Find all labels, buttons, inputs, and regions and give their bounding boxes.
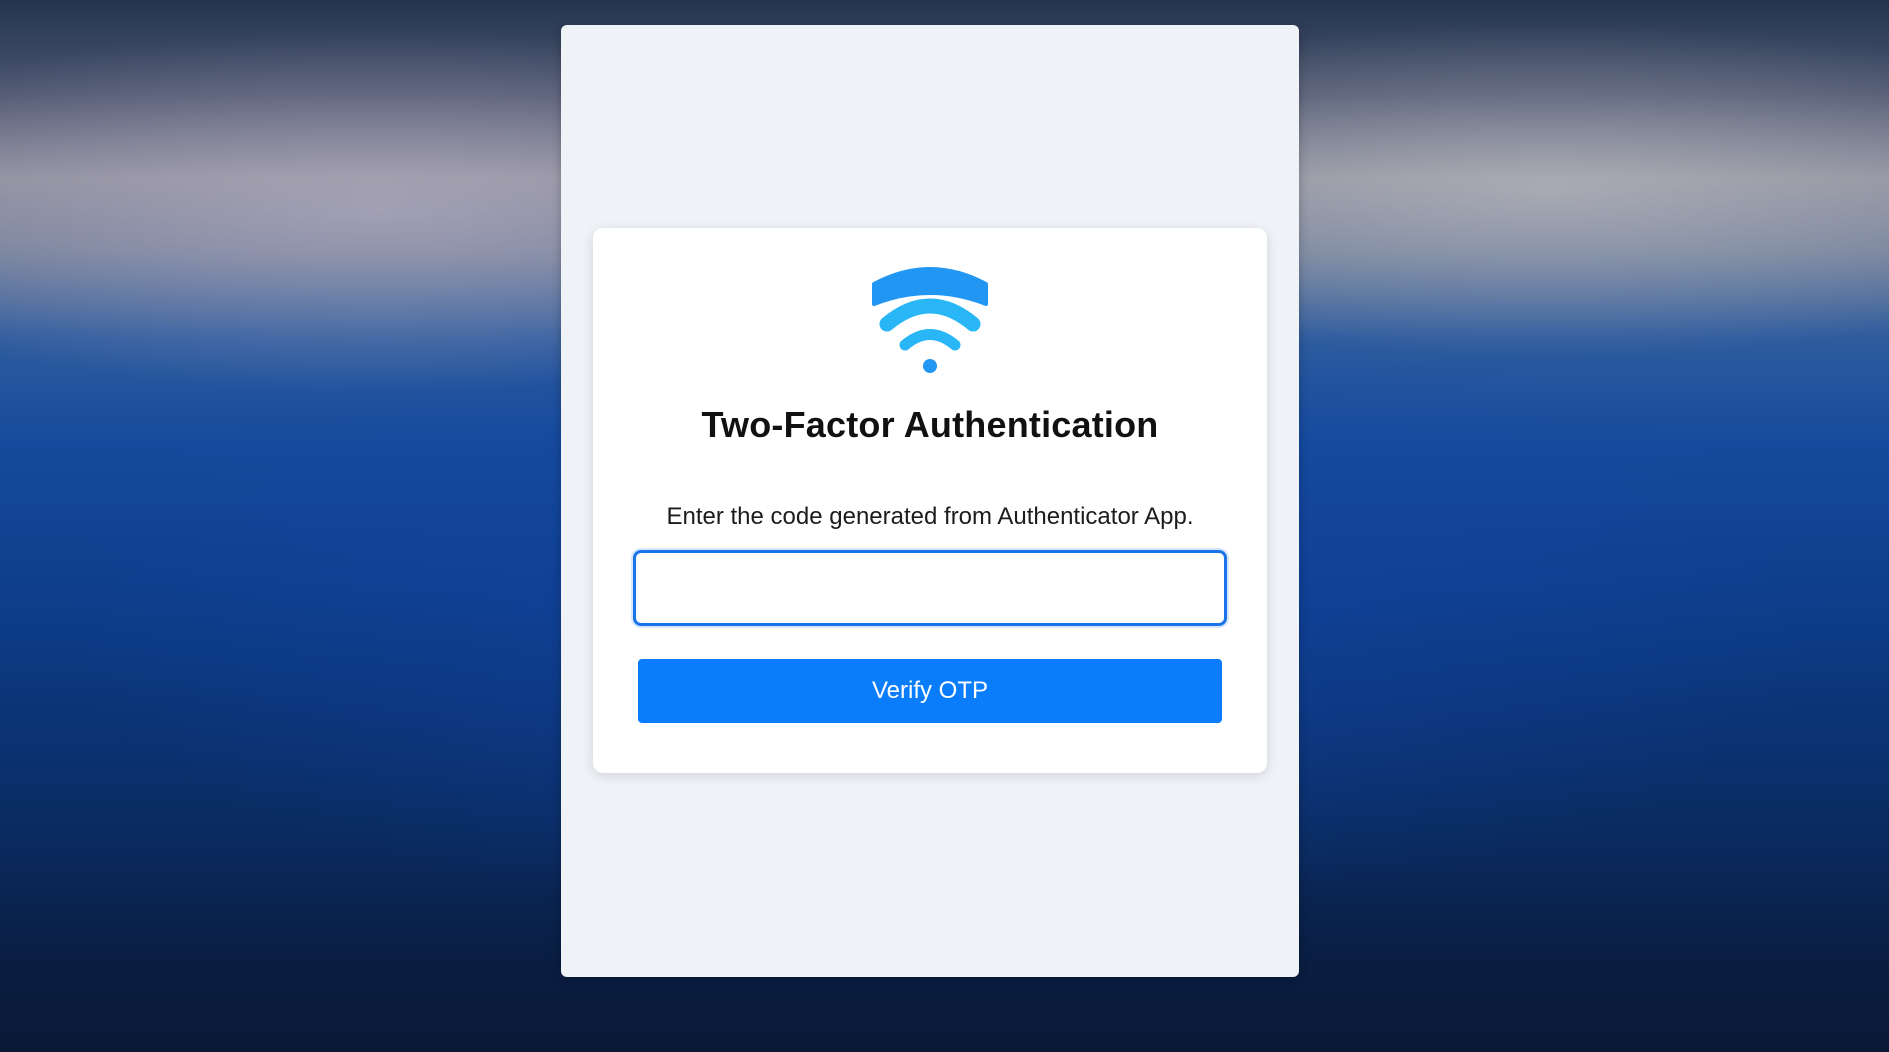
instruction-text: Enter the code generated from Authentica… xyxy=(666,503,1194,530)
verify-otp-button[interactable]: Verify OTP xyxy=(638,659,1222,723)
wifi-shield-icon xyxy=(871,262,989,374)
page-title: Two-Factor Authentication xyxy=(701,404,1159,445)
two-factor-card: Two-Factor Authentication Enter the code… xyxy=(593,228,1267,773)
login-panel: Two-Factor Authentication Enter the code… xyxy=(561,25,1299,977)
otp-code-input[interactable] xyxy=(633,550,1227,626)
